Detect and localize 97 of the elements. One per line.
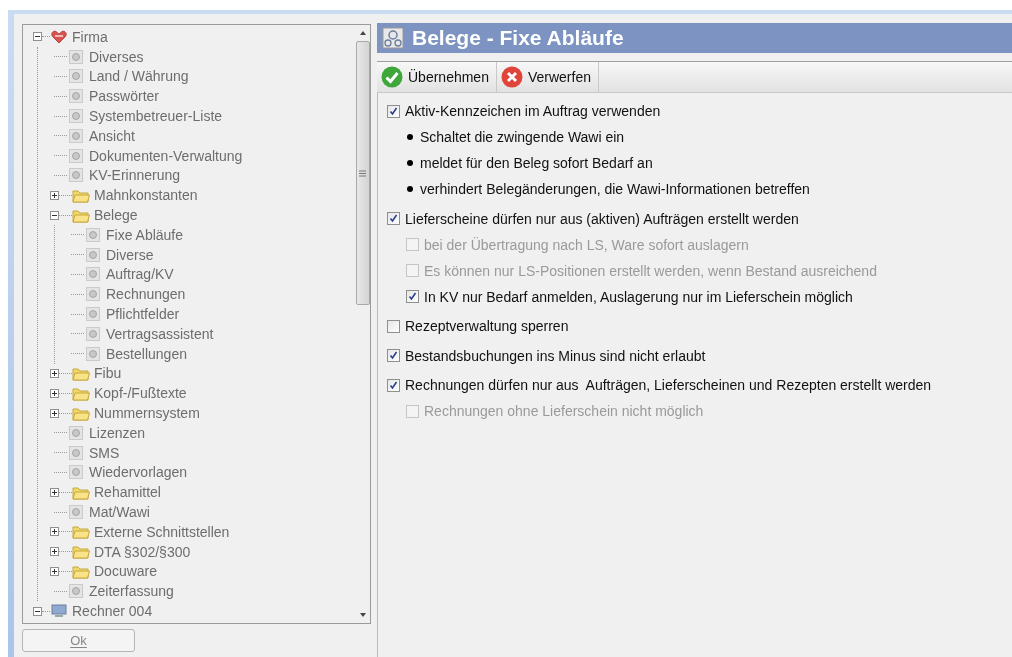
folder-icon: [72, 524, 90, 540]
folder-icon: [72, 365, 90, 381]
folder-icon: [72, 484, 90, 500]
tree-item[interactable]: Docuware: [94, 563, 158, 580]
page-icon: [68, 464, 84, 481]
expand-icon[interactable]: [50, 388, 59, 398]
gears-icon: [382, 27, 404, 49]
checkbox-label[interactable]: Aktiv-Kennzeichen im Auftrag verwenden: [405, 103, 661, 119]
tree-item[interactable]: Mahnkonstanten: [94, 187, 198, 204]
tree-item[interactable]: Auftrag/KV: [106, 266, 174, 283]
checkbox[interactable]: [387, 349, 400, 362]
page-icon: [68, 504, 84, 520]
checkbox-label[interactable]: Rezeptverwaltung sperren: [405, 318, 569, 334]
tree-item[interactable]: SMS: [89, 444, 120, 461]
page-icon: [68, 424, 84, 441]
computer-icon: [51, 604, 67, 618]
expand-icon[interactable]: [50, 487, 59, 497]
panel-title: Belege - Fixe Abläufe: [412, 26, 624, 50]
page-icon: [68, 147, 84, 164]
tree-item[interactable]: Passwörter: [89, 88, 160, 105]
checkmark-icon: [381, 66, 403, 88]
folder-icon: [72, 207, 90, 223]
tree-item[interactable]: Land / Währung: [89, 68, 189, 85]
tree-item[interactable]: Zeiterfassung: [89, 583, 174, 600]
grip-icon: [359, 169, 366, 177]
page-icon: [85, 286, 101, 303]
collapse-icon[interactable]: [50, 210, 59, 220]
apply-button[interactable]: Übernehmen: [377, 62, 497, 92]
tree-item[interactable]: Nummernsystem: [94, 405, 200, 422]
page-icon: [68, 583, 84, 600]
tree-item[interactable]: KV-Erinnerung: [89, 167, 181, 184]
page-icon: [68, 68, 84, 85]
bullet-text: meldet für den Beleg sofort Bedarf an: [420, 155, 653, 171]
collapse-icon[interactable]: [33, 32, 42, 42]
bullet-text: Schaltet die zwingende Wawi ein: [420, 129, 625, 145]
collapse-icon[interactable]: [33, 606, 42, 616]
checkbox-label[interactable]: In KV nur Bedarf anmelden, Auslagerung nur im Lieferschein möglich: [424, 288, 853, 305]
expand-icon[interactable]: [50, 566, 59, 576]
checkbox-label[interactable]: Bestandsbuchungen ins Minus sind nicht erlaubt: [405, 347, 706, 364]
expand-icon[interactable]: [50, 190, 59, 200]
tree-item[interactable]: Rechnungen: [106, 286, 186, 303]
checkbox[interactable]: [406, 290, 419, 303]
page-icon: [85, 345, 101, 362]
tree-item[interactable]: Ansicht: [89, 127, 135, 144]
page-icon: [68, 444, 84, 461]
tree-item[interactable]: Diverse: [106, 246, 154, 263]
expand-icon[interactable]: [50, 368, 59, 378]
page-icon: [85, 266, 101, 283]
page-icon: [85, 306, 101, 323]
folder-icon: [72, 544, 90, 560]
discard-button[interactable]: Verwerfen: [496, 62, 599, 92]
expand-icon[interactable]: [50, 547, 59, 557]
tree-item[interactable]: Vertragsassistent: [106, 325, 214, 342]
page-icon: [68, 88, 84, 105]
checkbox[interactable]: [387, 378, 400, 392]
cross-icon: [500, 66, 523, 88]
checkbox[interactable]: [387, 104, 400, 118]
tree-item[interactable]: Kopf-/Fußtexte: [94, 385, 187, 402]
checkbox-label[interactable]: Rechnungen dürfen nur aus Aufträgen, Lieferscheinen und Rezepten erstellt werden: [405, 377, 932, 393]
tree-item[interactable]: Belege: [94, 207, 138, 224]
tree-item[interactable]: Externe Schnittstellen: [94, 523, 230, 540]
tree-item[interactable]: Bestellungen: [106, 345, 187, 362]
folder-icon: [72, 405, 90, 421]
checkbox[interactable]: [387, 319, 400, 333]
tree-item[interactable]: Fibu: [94, 365, 122, 382]
page-icon: [85, 226, 101, 243]
page-icon: [68, 48, 84, 65]
folder-icon: [72, 385, 90, 401]
tree-item[interactable]: Mat/Wawi: [89, 504, 150, 520]
tree-item[interactable]: Dokumenten-Verwaltung: [89, 147, 243, 164]
tree-item[interactable]: Lizenzen: [89, 424, 146, 441]
tree-item[interactable]: Fixe Abläufe: [106, 226, 184, 243]
tree-item[interactable]: Firma: [72, 28, 108, 45]
bullet-icon: [407, 134, 413, 140]
bullet-text: verhindert Belegänderungen, die Wawi-Informationen betreffen: [420, 181, 810, 197]
tree-item[interactable]: Systembetreuer-Liste: [89, 108, 223, 125]
tree-item[interactable]: Rehamittel: [94, 484, 161, 501]
checkbox-label[interactable]: Lieferscheine dürfen nur aus (aktiven) Aufträgen erstellt werden: [405, 210, 799, 227]
tree-item[interactable]: Pflichtfelder: [106, 306, 180, 323]
expand-icon[interactable]: [50, 408, 59, 418]
tree-item[interactable]: Wiedervorlagen: [89, 464, 188, 481]
tree-item[interactable]: DTA §302/§300: [94, 543, 191, 560]
folder-icon: [72, 187, 90, 203]
bullet-icon: [407, 160, 413, 166]
page-icon: [68, 167, 84, 184]
bullet-icon: [407, 186, 413, 192]
page-icon: [68, 127, 84, 144]
ok-button[interactable]: Ok: [22, 629, 135, 652]
page-icon: [85, 325, 101, 342]
expand-icon[interactable]: [50, 527, 59, 537]
heart-icon: [51, 29, 67, 44]
folder-icon: [72, 563, 90, 579]
checkbox[interactable]: [387, 212, 400, 225]
page-icon: [85, 246, 101, 263]
tree-item[interactable]: Rechner 004: [72, 603, 153, 619]
page-icon: [68, 108, 84, 125]
tree-item[interactable]: Diverses: [89, 48, 144, 65]
